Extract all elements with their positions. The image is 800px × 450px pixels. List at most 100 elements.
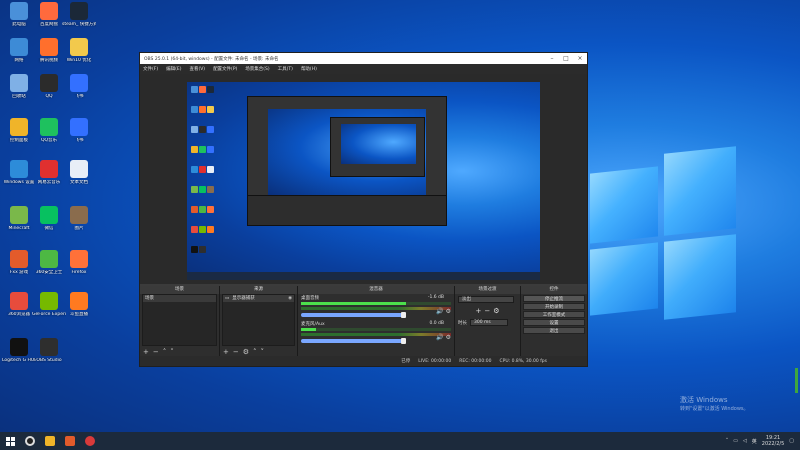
menu-view[interactable]: 查看(V) bbox=[189, 66, 205, 72]
desktop-icon[interactable]: 网易云音乐 bbox=[32, 160, 66, 185]
gear-icon[interactable]: ⚙ bbox=[243, 348, 249, 356]
menu-help[interactable]: 帮助(H) bbox=[301, 66, 317, 72]
preview-nested-docks bbox=[248, 195, 446, 225]
desktop-icon[interactable]: Firefox bbox=[62, 250, 96, 275]
language-indicator[interactable]: 英 bbox=[752, 438, 757, 445]
obs-title-bar[interactable]: OBS 25.0.1 (64-bit, windows) - 配置文件: 未命名… bbox=[140, 53, 587, 64]
transition-select[interactable]: 淡出 bbox=[458, 296, 514, 303]
desktop-icon-label: Logitech G HUB bbox=[2, 358, 36, 363]
chevron-up-icon[interactable]: ˄ bbox=[253, 348, 257, 356]
scenes-list[interactable]: 场景 bbox=[142, 294, 217, 346]
taskbar-app-4[interactable] bbox=[80, 432, 100, 450]
app-icon bbox=[40, 292, 58, 310]
chevron-up-icon[interactable]: ˄ bbox=[726, 438, 729, 444]
duration-input[interactable]: 300 ms bbox=[470, 319, 508, 326]
menu-edit[interactable]: 编辑(E) bbox=[166, 66, 181, 72]
start-button[interactable] bbox=[0, 432, 20, 450]
desktop-icon[interactable]: 微信 bbox=[32, 206, 66, 231]
mixer-dock-title: 混音器 bbox=[298, 286, 454, 294]
preview-taskbar bbox=[187, 272, 540, 280]
app-icon bbox=[65, 436, 75, 446]
volume-slider[interactable] bbox=[301, 338, 406, 344]
desktop-icon[interactable]: 百度网盘 bbox=[32, 2, 66, 27]
menu-tools[interactable]: 工具(T) bbox=[278, 66, 293, 72]
desktop-icon[interactable]: 图片 bbox=[62, 206, 96, 231]
settings-button[interactable]: 设置 bbox=[523, 319, 585, 326]
menu-profile[interactable]: 配置文件(P) bbox=[213, 66, 237, 72]
menu-file[interactable]: 文件(F) bbox=[143, 66, 158, 72]
desktop-icon[interactable]: 此电脑 bbox=[2, 2, 36, 27]
chevron-down-icon[interactable]: ˅ bbox=[170, 348, 174, 356]
desktop-icon[interactable]: QQ bbox=[32, 74, 66, 99]
gear-icon[interactable]: ⚙ bbox=[493, 307, 499, 315]
exit-button[interactable]: 退出 bbox=[523, 327, 585, 334]
preview-mini-icon bbox=[207, 226, 214, 233]
remove-icon[interactable]: − bbox=[233, 348, 239, 356]
sources-list[interactable]: ▭ 显示器捕获 ◉ bbox=[222, 294, 295, 346]
app-icon bbox=[70, 2, 88, 20]
studio-mode-button[interactable]: 工作室模式 bbox=[523, 311, 585, 318]
gear-icon[interactable]: ⚙ bbox=[446, 308, 451, 315]
preview-mini-icon bbox=[191, 166, 198, 173]
app-icon bbox=[85, 436, 95, 446]
start-recording-button[interactable]: 开始录制 bbox=[523, 303, 585, 310]
desktop-icon[interactable]: 腾讯视频 bbox=[32, 38, 66, 63]
desktop-icon[interactable]: 360浏览器 bbox=[2, 292, 36, 317]
desktop-icon-label: 网络 bbox=[14, 58, 24, 63]
remove-icon[interactable]: − bbox=[153, 348, 159, 356]
remove-icon[interactable]: − bbox=[484, 307, 490, 315]
desktop-icon[interactable]: GeForce Experience bbox=[32, 292, 66, 317]
desktop-icon[interactable]: 360安全卫士 bbox=[32, 250, 66, 275]
desktop-icon[interactable]: 飞书 bbox=[62, 118, 96, 143]
desktop-icon[interactable]: Fxx 游戏 bbox=[2, 250, 36, 275]
app-icon bbox=[70, 118, 88, 136]
speaker-icon[interactable]: 🔊 bbox=[436, 308, 443, 315]
scene-item[interactable]: 场景 bbox=[143, 295, 216, 302]
desktop-icon[interactable]: 网络 bbox=[2, 38, 36, 63]
speaker-icon[interactable]: 🔊 bbox=[436, 334, 443, 341]
desktop-icon[interactable]: OBS Studio bbox=[32, 338, 66, 363]
app-icon bbox=[70, 38, 88, 56]
desktop-icon[interactable]: QQ音乐 bbox=[32, 118, 66, 143]
eye-icon[interactable]: ◉ bbox=[288, 295, 292, 302]
preview-mini-icon bbox=[207, 86, 214, 93]
desktop-icon[interactable]: Minecraft bbox=[2, 206, 36, 231]
desktop-icon[interactable]: 回收站 bbox=[2, 74, 36, 99]
chevron-down-icon[interactable]: ˅ bbox=[261, 348, 265, 356]
app-icon bbox=[40, 74, 58, 92]
desktop-icon[interactable]: Windows 设置 bbox=[2, 160, 36, 185]
desktop-icon[interactable]: 飞书 bbox=[62, 74, 96, 99]
taskbar-app-3[interactable] bbox=[60, 432, 80, 450]
add-icon[interactable]: + bbox=[143, 348, 149, 356]
notification-icon[interactable]: ▢ bbox=[789, 438, 794, 444]
obs-window[interactable]: OBS 25.0.1 (64-bit, windows) - 配置文件: 未命名… bbox=[139, 52, 588, 367]
desktop-icon[interactable]: 控制面板 bbox=[2, 118, 36, 143]
volume-slider[interactable] bbox=[301, 312, 406, 318]
clock[interactable]: 19:21 2022/2/5 bbox=[762, 435, 784, 447]
desktop-icon[interactable]: Logitech G HUB bbox=[2, 338, 36, 363]
add-icon[interactable]: + bbox=[475, 307, 481, 315]
desktop-icon[interactable]: 文本文档 bbox=[62, 160, 96, 185]
volume-icon[interactable]: ◁ bbox=[743, 438, 747, 444]
desktop-icon-label: Fxx 游戏 bbox=[9, 270, 29, 275]
add-icon[interactable]: + bbox=[223, 348, 229, 356]
duration-label: 时长 bbox=[458, 320, 467, 326]
desktop-icon-label: 此电脑 bbox=[12, 22, 26, 27]
taskbar-app-2[interactable] bbox=[40, 432, 60, 450]
desktop-icon[interactable]: 斗鱼直播 bbox=[62, 292, 96, 317]
maximize-icon[interactable]: □ bbox=[559, 55, 573, 62]
desktop-icon[interactable]: steam_ 快捷方式 bbox=[62, 2, 96, 27]
stop-streaming-button[interactable]: 停止推流 bbox=[523, 295, 585, 302]
desktop-icon-label: 微信 bbox=[44, 226, 54, 231]
close-icon[interactable]: × bbox=[573, 55, 587, 62]
minimize-icon[interactable]: – bbox=[545, 55, 559, 62]
status-prefix: 已停 bbox=[401, 359, 411, 364]
gear-icon[interactable]: ⚙ bbox=[446, 334, 451, 341]
obs-preview-area[interactable] bbox=[140, 74, 587, 284]
menu-scene-collection[interactable]: 场景集合(S) bbox=[245, 66, 269, 72]
desktop-icon[interactable]: Win10 优化 bbox=[62, 38, 96, 63]
network-icon[interactable]: ▭ bbox=[733, 438, 738, 444]
taskbar-obs[interactable] bbox=[20, 432, 40, 450]
chevron-up-icon[interactable]: ˄ bbox=[163, 348, 167, 356]
source-item[interactable]: ▭ 显示器捕获 ◉ bbox=[223, 295, 294, 302]
